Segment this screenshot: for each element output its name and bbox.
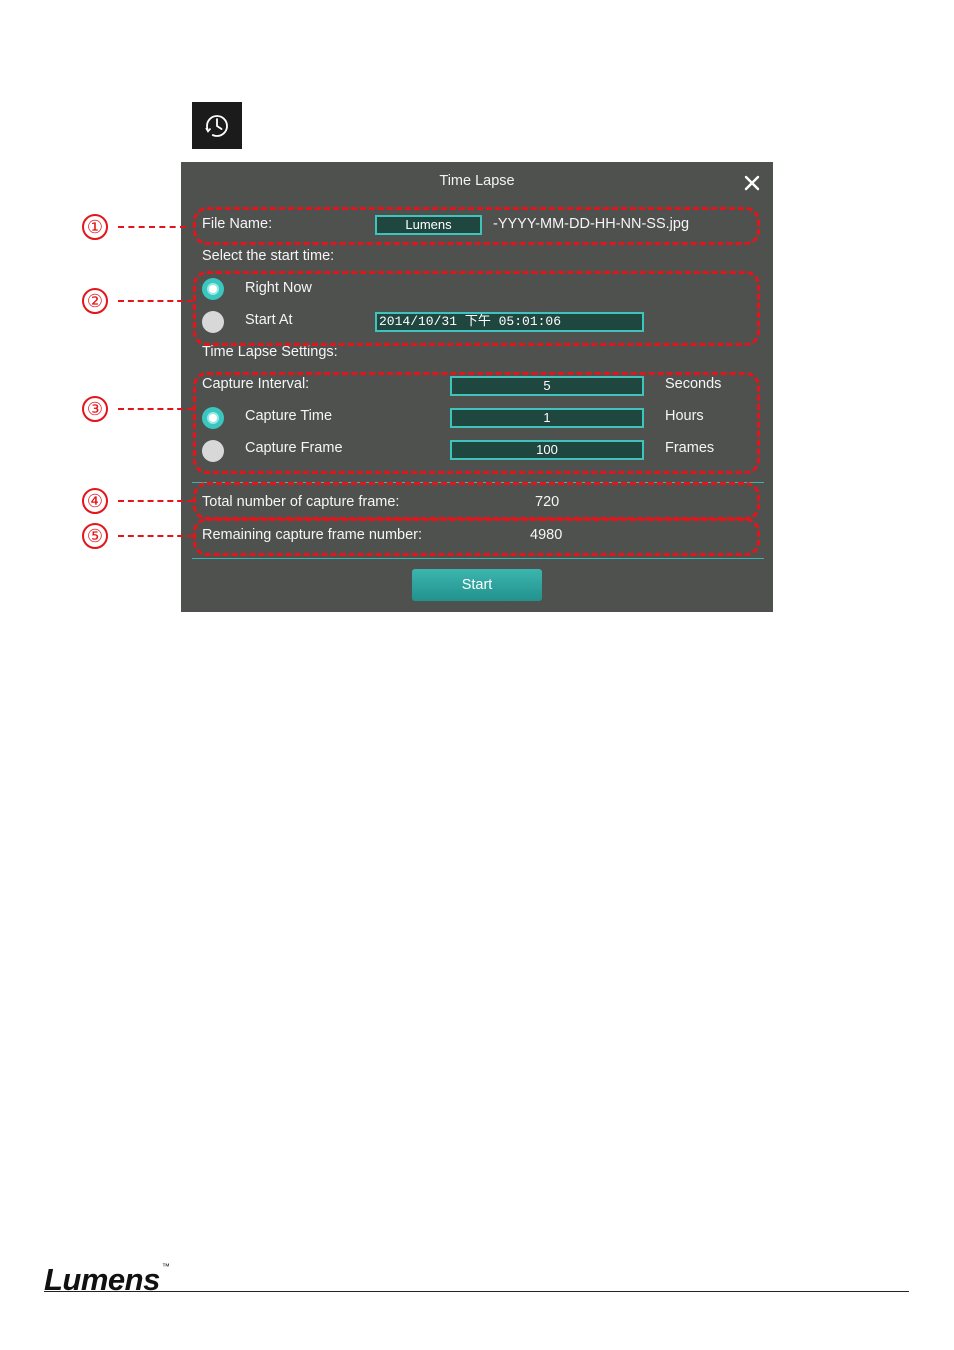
annotation-box-total-frames xyxy=(193,482,760,520)
footer-rule xyxy=(44,1291,909,1292)
callout-leader-line xyxy=(118,300,193,302)
callout-2: ② xyxy=(82,288,193,314)
dialog-title: Time Lapse xyxy=(439,173,515,189)
trademark-symbol: ™ xyxy=(161,1262,170,1271)
callout-number: ③ xyxy=(82,396,108,422)
annotation-box-start-time xyxy=(193,271,760,346)
callout-number: ⑤ xyxy=(82,523,108,549)
callout-5: ⑤ xyxy=(82,523,193,549)
callout-number: ② xyxy=(82,288,108,314)
callout-leader-line xyxy=(118,226,186,228)
callout-3: ③ xyxy=(82,396,193,422)
annotation-box-settings xyxy=(193,372,760,474)
callout-number: ④ xyxy=(82,488,108,514)
time-lapse-toolbar-button[interactable] xyxy=(192,102,242,149)
clock-icon xyxy=(205,114,228,137)
divider xyxy=(192,558,764,559)
settings-heading: Time Lapse Settings: xyxy=(202,344,338,360)
callout-1: ① xyxy=(82,214,186,240)
lumens-logo: Lumens ™ xyxy=(44,1262,170,1298)
callout-4: ④ xyxy=(82,488,193,514)
close-icon[interactable] xyxy=(743,174,761,192)
callout-leader-line xyxy=(118,500,193,502)
callout-number: ① xyxy=(82,214,108,240)
annotation-box-file-name xyxy=(193,207,760,245)
start-button[interactable]: Start xyxy=(412,569,542,601)
annotation-box-remaining-frames xyxy=(193,518,760,556)
callout-leader-line xyxy=(118,535,193,537)
callout-leader-line xyxy=(118,408,193,410)
start-time-heading: Select the start time: xyxy=(202,248,335,264)
